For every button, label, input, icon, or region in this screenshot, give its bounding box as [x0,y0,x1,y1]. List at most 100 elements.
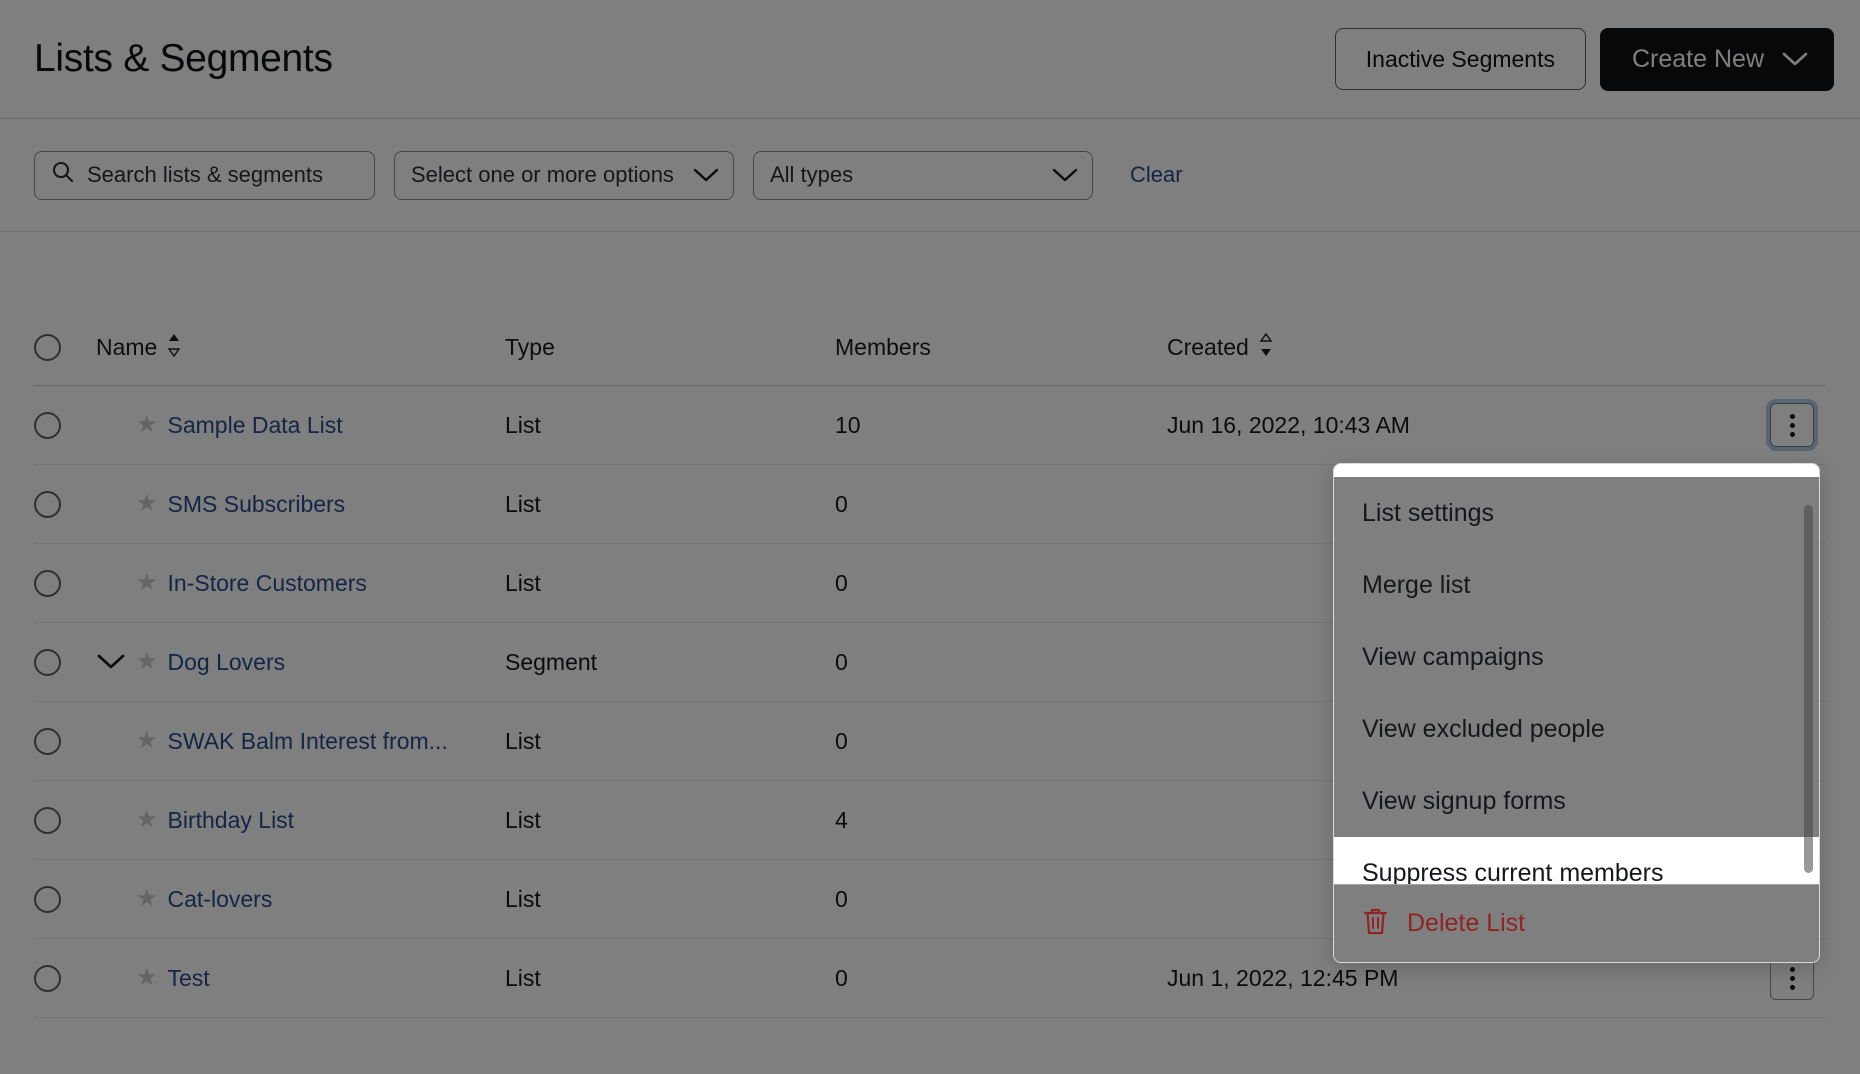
column-header-name-label: Name [96,334,157,361]
search-placeholder: Search lists & segments [87,162,323,188]
list-name-link[interactable]: SMS Subscribers [168,491,346,518]
chevron-down-icon [1052,167,1078,183]
row-members: 4 [835,807,1167,834]
row-type: List [505,807,835,834]
row-type: List [505,412,835,439]
column-header-members: Members [835,334,1167,361]
row-name-cell: ★ Test [96,965,505,992]
row-checkbox-cell [34,570,96,597]
row-type: Segment [505,649,835,676]
favorite-star-icon[interactable]: ★ [136,808,158,832]
menu-item-suppress-current-members[interactable]: Suppress current members [1334,837,1819,884]
page-title: Lists & Segments [34,37,333,81]
menu-item-merge-list[interactable]: Merge list [1334,549,1819,621]
row-checkbox[interactable] [34,886,61,913]
trash-icon [1362,906,1389,941]
row-name-cell: ★ Cat-lovers [96,886,505,913]
row-name-cell: ★ In-Store Customers [96,570,505,597]
row-checkbox[interactable] [34,570,61,597]
row-checkbox-cell [34,649,96,676]
row-checkbox[interactable] [34,965,61,992]
create-new-button[interactable]: Create New [1600,28,1834,91]
favorite-star-icon[interactable]: ★ [136,887,158,911]
kebab-dot-icon [1790,423,1795,428]
list-name-link[interactable]: SWAK Balm Interest from... [168,728,448,755]
row-checkbox-cell [34,807,96,834]
row-created: Jun 16, 2022, 10:43 AM [1167,412,1758,439]
select-all-checkbox[interactable] [34,334,61,361]
row-name-cell: ★ Dog Lovers [96,649,505,676]
row-name-cell: ★ Birthday List [96,807,505,834]
menu-item-label: View campaigns [1362,643,1544,672]
list-name-link[interactable]: Dog Lovers [168,649,286,676]
menu-item-label: List settings [1362,499,1494,528]
expand-row-chevron-down-icon[interactable] [96,653,126,671]
menu-item-label: Merge list [1362,571,1470,600]
row-members: 0 [835,649,1167,676]
column-header-created[interactable]: Created [1167,332,1758,364]
row-name-cell: ★ SWAK Balm Interest from... [96,728,505,755]
row-checkbox-cell [34,965,96,992]
chevron-down-icon [1782,51,1808,67]
menu-item-view-campaigns[interactable]: View campaigns [1334,621,1819,693]
list-name-link[interactable]: Birthday List [168,807,295,834]
list-name-link[interactable]: In-Store Customers [168,570,367,597]
row-context-menu: List settings Merge list View campaigns … [1333,463,1820,963]
list-name-link[interactable]: Cat-lovers [168,886,273,913]
row-created: Jun 1, 2022, 12:45 PM [1167,965,1758,992]
row-name-cell: ★ SMS Subscribers [96,491,505,518]
type-filter-select[interactable]: All types [753,151,1093,200]
type-filter-value: All types [770,162,853,188]
menu-item-list-settings[interactable]: List settings [1334,477,1819,549]
search-icon [51,160,75,190]
menu-item-delete-list[interactable]: Delete List [1334,884,1819,962]
favorite-star-icon[interactable]: ★ [136,492,158,516]
menu-item-label: View signup forms [1362,787,1566,816]
row-checkbox[interactable] [34,649,61,676]
column-header-type-label: Type [505,334,555,361]
row-members: 0 [835,728,1167,755]
row-name-cell: ★ Sample Data List [96,412,505,439]
row-checkbox[interactable] [34,728,61,755]
menu-item-label: Suppress current members [1362,859,1664,885]
row-checkbox-cell [34,886,96,913]
page-header: Lists & Segments Inactive Segments Creat… [0,0,1860,119]
table-row[interactable]: ★ Sample Data List List 10 Jun 16, 2022,… [34,386,1826,465]
lists-and-segments-page: Lists & Segments Inactive Segments Creat… [0,0,1860,1074]
inactive-segments-button[interactable]: Inactive Segments [1335,28,1586,90]
sort-icon[interactable] [166,332,182,364]
clear-filters-link[interactable]: Clear [1130,162,1183,188]
inactive-segments-label: Inactive Segments [1366,46,1555,73]
row-checkbox[interactable] [34,807,61,834]
column-header-name[interactable]: Name [96,332,505,364]
favorite-star-icon[interactable]: ★ [136,413,158,437]
search-input[interactable]: Search lists & segments [34,151,375,200]
row-type: List [505,965,835,992]
chevron-down-icon [693,167,719,183]
row-actions-cell [1758,403,1826,447]
row-checkbox-cell [34,412,96,439]
context-menu-scrollbar[interactable] [1804,505,1813,873]
sort-icon[interactable] [1258,332,1274,364]
row-checkbox-cell [34,491,96,518]
delete-list-label: Delete List [1407,909,1525,938]
favorite-star-icon[interactable]: ★ [136,966,158,990]
list-name-link[interactable]: Test [168,965,210,992]
favorite-star-icon[interactable]: ★ [136,571,158,595]
favorite-star-icon[interactable]: ★ [136,729,158,753]
column-header-members-label: Members [835,334,931,361]
context-menu-scroll-area: List settings Merge list View campaigns … [1334,477,1819,884]
row-type: List [505,886,835,913]
column-header-type: Type [505,334,835,361]
menu-item-view-signup-forms[interactable]: View signup forms [1334,765,1819,837]
tags-filter-value: Select one or more options [411,162,674,188]
row-checkbox[interactable] [34,491,61,518]
tags-filter-select[interactable]: Select one or more options [394,151,734,200]
list-name-link[interactable]: Sample Data List [168,412,343,439]
select-all-checkbox-cell [34,334,96,361]
row-actions-menu-button[interactable] [1770,403,1814,447]
menu-item-view-excluded-people[interactable]: View excluded people [1334,693,1819,765]
kebab-dot-icon [1790,985,1795,990]
row-checkbox[interactable] [34,412,61,439]
favorite-star-icon[interactable]: ★ [136,650,158,674]
